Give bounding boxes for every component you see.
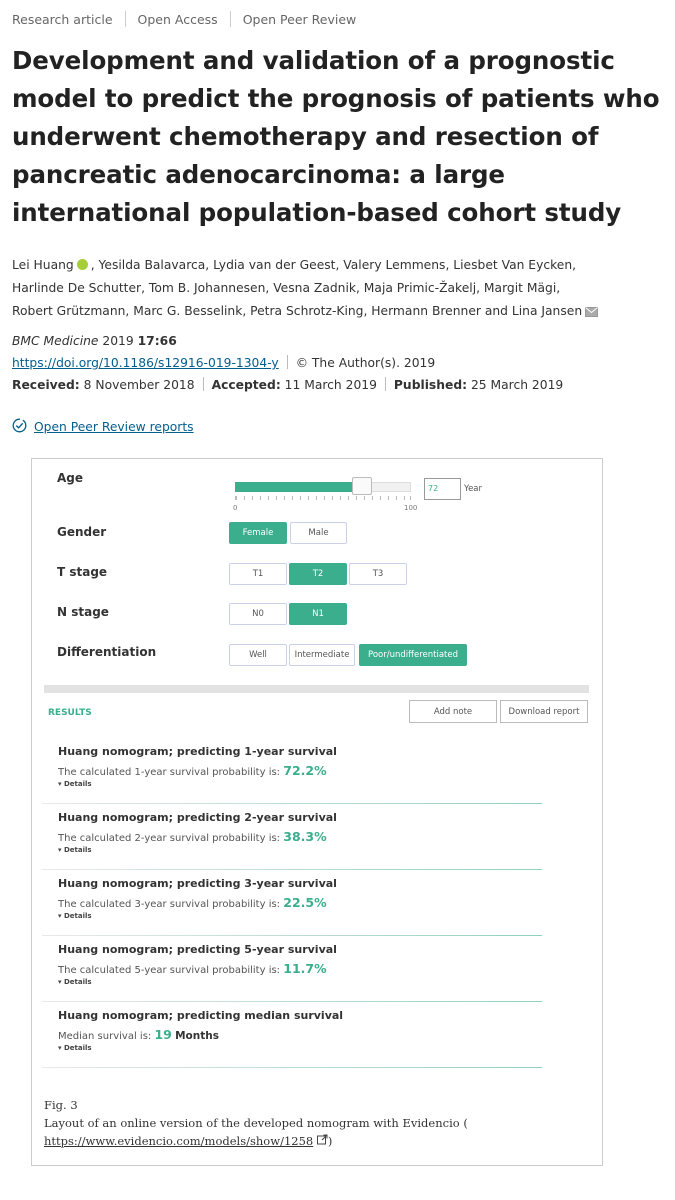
result-divider — [42, 1067, 542, 1068]
caption-end: ) — [327, 1134, 333, 1148]
result-value: 11.7% — [283, 961, 327, 976]
volume: 17:66 — [137, 334, 177, 348]
result-text: Median survival is: — [58, 1031, 152, 1042]
slider-handle[interactable] — [352, 477, 372, 495]
slider-fill — [235, 482, 362, 492]
n-stage-n0-button[interactable]: N0 — [229, 603, 287, 625]
author-links[interactable]: Harlinde De Schutter, Tom B. Johannesen,… — [12, 277, 662, 300]
result-divider — [42, 869, 542, 870]
gender-female-button[interactable]: Female — [229, 522, 287, 544]
divider — [384, 377, 386, 391]
result-item: Huang nomogram; predicting median surviv… — [58, 1009, 578, 1052]
n-stage-label: N stage — [57, 605, 109, 619]
details-toggle[interactable]: ▾ Details — [58, 978, 578, 986]
age-unit: Year — [464, 484, 482, 494]
caption-text: Layout of an online version of the devel… — [44, 1116, 468, 1130]
slider-min-label: 0 — [233, 504, 238, 512]
copyright: © The Author(s). 2019 — [295, 356, 436, 370]
published-date: 25 March 2019 — [470, 378, 564, 392]
age-input[interactable]: 72 — [424, 478, 461, 500]
differentiation-label: Differentiation — [57, 645, 157, 659]
divider — [202, 377, 204, 391]
divider — [124, 11, 126, 27]
differentiation-well-button[interactable]: Well — [229, 644, 287, 666]
author-link[interactable]: Lei Huang — [12, 258, 74, 272]
divider — [286, 355, 288, 369]
author-links[interactable]: Robert Grützmann, Marc G. Besselink, Pet… — [12, 304, 582, 318]
article-meta-bar: Research article Open Access Open Peer R… — [12, 10, 356, 28]
nomogram-form: Age 0 100 72 Year Gender Female Male T s… — [32, 459, 602, 689]
accepted-label: Accepted: — [211, 378, 281, 392]
author-links[interactable]: , Yesilda Balavarca, Lydia van der Geest… — [91, 258, 576, 272]
open-peer-review-label: Open Peer Review — [242, 11, 357, 27]
add-note-button[interactable]: Add note — [409, 700, 497, 723]
n-stage-n1-button[interactable]: N1 — [289, 603, 347, 625]
result-title: Huang nomogram; predicting median surviv… — [58, 1009, 344, 1022]
gender-label: Gender — [57, 525, 107, 539]
result-title: Huang nomogram; predicting 3-year surviv… — [58, 877, 337, 890]
article-type: Research article — [12, 11, 113, 27]
details-toggle[interactable]: ▾ Details — [58, 912, 578, 920]
received-date: 8 November 2018 — [83, 378, 195, 392]
result-item: Huang nomogram; predicting 5-year surviv… — [58, 943, 578, 986]
doi-link[interactable]: https://doi.org/10.1186/s12916-019-1304-… — [12, 356, 279, 370]
journal-name: BMC Medicine — [12, 334, 99, 348]
age-label: Age — [57, 471, 84, 485]
result-title: Huang nomogram; predicting 1-year surviv… — [58, 745, 337, 758]
t-stage-t1-button[interactable]: T1 — [229, 563, 287, 585]
details-toggle[interactable]: ▾ Details — [58, 780, 578, 788]
article-title: Development and validation of a prognost… — [12, 46, 660, 227]
result-title: Huang nomogram; predicting 2-year surviv… — [58, 811, 337, 824]
peer-review-link[interactable]: Open Peer Review reports — [34, 420, 194, 434]
t-stage-t2-button[interactable]: T2 — [289, 563, 347, 585]
result-unit: Months — [175, 1030, 219, 1042]
peer-review-reports[interactable]: Open Peer Review reports — [12, 418, 194, 436]
external-link-icon[interactable] — [316, 1134, 328, 1148]
result-item: Huang nomogram; predicting 2-year surviv… — [58, 811, 578, 854]
open-access-label: Open Access — [137, 11, 218, 27]
details-toggle[interactable]: ▾ Details — [58, 846, 578, 854]
gender-male-button[interactable]: Male — [290, 522, 347, 544]
year: 2019 — [102, 334, 134, 348]
slider-ticks — [235, 496, 411, 500]
check-circle-icon — [12, 418, 27, 436]
result-divider — [42, 935, 542, 936]
result-text: The calculated 3-year survival probabili… — [58, 899, 281, 910]
result-item: Huang nomogram; predicting 1-year surviv… — [58, 745, 578, 788]
email-icon[interactable] — [585, 302, 599, 325]
result-value: 19 — [154, 1027, 172, 1042]
figure-number: Fig. 3 — [44, 1098, 78, 1112]
details-toggle[interactable]: ▾ Details — [58, 1044, 578, 1052]
t-stage-label: T stage — [57, 565, 108, 579]
download-report-button[interactable]: Download report — [500, 700, 588, 723]
received-label: Received: — [12, 378, 80, 392]
figure-caption: Fig. 3 Layout of an online version of th… — [44, 1096, 584, 1150]
differentiation-intermediate-button[interactable]: Intermediate — [289, 644, 355, 666]
result-title: Huang nomogram; predicting 5-year surviv… — [58, 943, 337, 956]
t-stage-t3-button[interactable]: T3 — [349, 563, 407, 585]
result-item: Huang nomogram; predicting 3-year surviv… — [58, 877, 578, 920]
divider — [229, 11, 231, 27]
results-heading: RESULTS — [48, 708, 92, 718]
result-text: The calculated 1-year survival probabili… — [58, 767, 281, 778]
citation-block: BMC Medicine 2019 17:66 https://doi.org/… — [12, 330, 563, 396]
result-text: The calculated 5-year survival probabili… — [58, 965, 281, 976]
evidencio-link[interactable]: https://www.evidencio.com/models/show/12… — [44, 1134, 313, 1148]
figure-3: Age 0 100 72 Year Gender Female Male T s… — [31, 458, 603, 1166]
result-value: 38.3% — [283, 829, 327, 844]
result-text: The calculated 2-year survival probabili… — [58, 833, 281, 844]
author-list: Lei Huang , Yesilda Balavarca, Lydia van … — [12, 254, 662, 325]
orcid-icon[interactable] — [76, 259, 88, 270]
section-divider — [44, 685, 589, 693]
result-divider — [42, 1001, 542, 1002]
published-label: Published: — [393, 378, 468, 392]
result-value: 22.5% — [283, 895, 327, 910]
accepted-date: 11 March 2019 — [284, 378, 377, 392]
result-divider — [42, 803, 542, 804]
age-slider[interactable] — [235, 477, 411, 495]
differentiation-poor-button[interactable]: Poor/undifferentiated — [359, 644, 467, 666]
slider-max-label: 100 — [404, 504, 418, 512]
result-value: 72.2% — [283, 763, 327, 778]
